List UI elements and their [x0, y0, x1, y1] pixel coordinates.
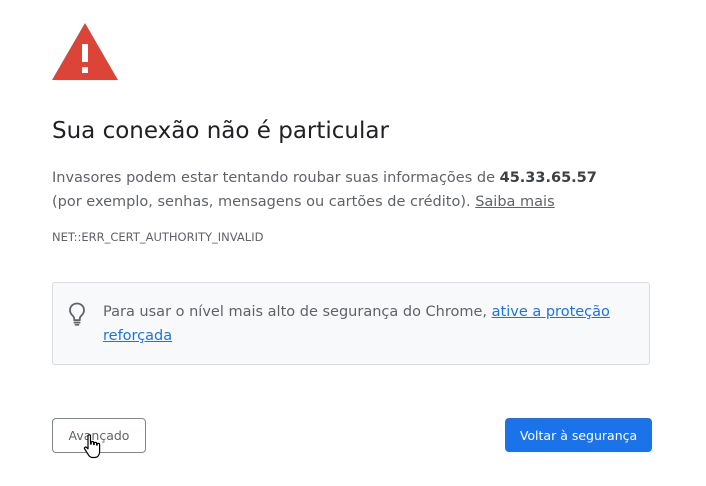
advanced-button[interactable]: Avançado [52, 418, 146, 453]
host-address: 45.33.65.57 [499, 170, 597, 186]
lightbulb-icon [69, 302, 85, 326]
error-description: Invasores podem estar tentando roubar su… [52, 166, 627, 214]
back-to-safety-button[interactable]: Voltar à segurança [505, 418, 652, 452]
enhanced-protection-tip: Para usar o nível mais alto de segurança… [52, 282, 650, 365]
warning-triangle-icon [52, 23, 118, 80]
description-prefix: Invasores podem estar tentando roubar su… [52, 170, 500, 186]
error-code[interactable]: NET::ERR_CERT_AUTHORITY_INVALID [52, 230, 263, 244]
interstitial-page: Sua conexão não é particular Invasores p… [0, 0, 706, 486]
tip-text: Para usar o nível mais alto de segurança… [103, 300, 623, 348]
description-suffix: (por exemplo, senhas, mensagens ou cartõ… [52, 194, 476, 210]
page-title: Sua conexão não é particular [52, 118, 389, 144]
learn-more-link[interactable]: Saiba mais [475, 194, 554, 210]
tip-message: Para usar o nível mais alto de segurança… [103, 304, 492, 320]
